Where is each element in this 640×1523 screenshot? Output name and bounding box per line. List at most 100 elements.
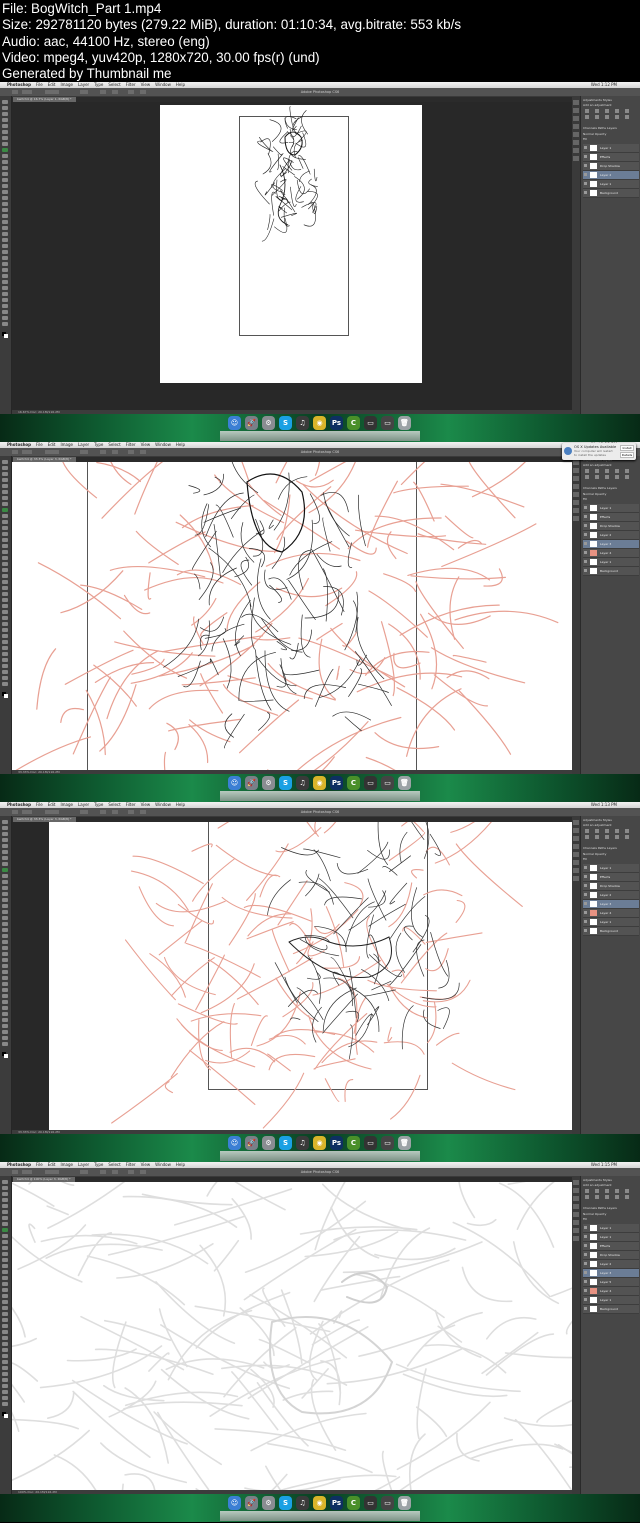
menu-item-filter[interactable]: Filter	[126, 82, 136, 87]
adjustment-icon[interactable]	[615, 475, 619, 479]
chrome-icon[interactable]: ◉	[313, 416, 326, 430]
adjustment-icon[interactable]	[595, 1195, 599, 1199]
tool-icon[interactable]	[2, 172, 8, 176]
option-control[interactable]	[80, 90, 88, 94]
tab-layers[interactable]: Channels Paths Layers	[583, 486, 617, 490]
tool-icon[interactable]	[2, 1024, 8, 1028]
menu-item-layer[interactable]: Layer	[78, 442, 89, 447]
camtasia-icon[interactable]: C	[347, 1136, 360, 1150]
tool-icon[interactable]	[2, 1036, 8, 1040]
option-control[interactable]	[140, 810, 146, 814]
details-button[interactable]: Details	[620, 452, 634, 458]
tool-icon[interactable]	[2, 1288, 8, 1292]
tool-icon[interactable]	[2, 508, 8, 512]
adjustment-icon[interactable]	[585, 829, 589, 833]
adjustment-icon[interactable]	[625, 109, 629, 113]
option-control[interactable]	[22, 810, 32, 814]
tool-icon[interactable]	[2, 1282, 8, 1286]
tool-icon[interactable]	[2, 316, 8, 320]
tool-icon[interactable]	[2, 844, 8, 848]
panel-toggle-icon[interactable]	[573, 132, 579, 137]
photoshop-icon[interactable]: Ps	[330, 416, 343, 430]
tool-icon[interactable]	[2, 586, 8, 590]
tool-icon[interactable]	[2, 904, 8, 908]
trash-icon[interactable]: 🗑	[398, 1136, 411, 1150]
panel-toggle-icon[interactable]	[573, 1236, 579, 1241]
chrome-icon[interactable]: ◉	[313, 1136, 326, 1150]
tool-icon[interactable]	[2, 952, 8, 956]
tool-icon[interactable]	[2, 850, 8, 854]
tool-icon[interactable]	[2, 1300, 8, 1304]
menu-item-window[interactable]: Window	[155, 82, 171, 87]
layer-row[interactable]: Layer 3	[583, 900, 639, 909]
blend-mode-select[interactable]: Normal Opacity	[583, 852, 606, 856]
tool-icon[interactable]	[2, 874, 8, 878]
option-control[interactable]	[140, 1170, 146, 1174]
panel-toggle-icon[interactable]	[573, 516, 579, 521]
camtasia-icon[interactable]: C	[347, 1496, 360, 1510]
option-control[interactable]	[12, 810, 18, 814]
menu-item-view[interactable]: View	[141, 82, 151, 87]
visibility-eye-icon[interactable]	[584, 1307, 587, 1310]
tool-icon[interactable]	[2, 472, 8, 476]
adjustment-icon[interactable]	[585, 835, 589, 839]
visibility-eye-icon[interactable]	[584, 1262, 587, 1265]
document-canvas[interactable]	[12, 462, 572, 770]
fill-control[interactable]: Fill	[583, 497, 587, 501]
layer-row[interactable]: Layer 2	[583, 531, 639, 540]
menu-item-file[interactable]: File	[36, 82, 43, 87]
tool-icon[interactable]	[2, 232, 8, 236]
visibility-eye-icon[interactable]	[584, 551, 587, 554]
tool-icon[interactable]	[2, 1246, 8, 1250]
tool-icon[interactable]	[2, 118, 8, 122]
tool-icon[interactable]	[2, 958, 8, 962]
photoshop-icon[interactable]: Ps	[330, 776, 343, 790]
adjustment-icon[interactable]	[615, 115, 619, 119]
adjustment-icon[interactable]	[615, 109, 619, 113]
tool-icon[interactable]	[2, 562, 8, 566]
tool-icon[interactable]	[2, 622, 8, 626]
adjustment-icon[interactable]	[615, 835, 619, 839]
visibility-eye-icon[interactable]	[584, 929, 587, 932]
tab-layers[interactable]: Channels Paths Layers	[583, 846, 617, 850]
layer-row[interactable]: Layer 1	[583, 504, 639, 513]
tool-icon[interactable]	[2, 1192, 8, 1196]
tool-icon[interactable]	[2, 502, 8, 506]
adjustment-icon[interactable]	[585, 475, 589, 479]
layer-row[interactable]: Layer 4	[583, 549, 639, 558]
tool-icon[interactable]	[2, 1216, 8, 1220]
menu-item-photoshop[interactable]: Photoshop	[7, 802, 31, 807]
tool-icon[interactable]	[2, 1396, 8, 1400]
menu-item-image[interactable]: Image	[60, 802, 73, 807]
tool-icon[interactable]	[2, 976, 8, 980]
tool-icon[interactable]	[2, 166, 8, 170]
tool-icon[interactable]	[2, 592, 8, 596]
tool-icon[interactable]	[2, 982, 8, 986]
panel-toggle-icon[interactable]	[573, 148, 579, 153]
tab-adjustments[interactable]: Adjustments Styles	[583, 1178, 612, 1182]
option-control[interactable]	[12, 90, 18, 94]
background-color-swatch[interactable]	[4, 334, 8, 338]
adjustment-icon[interactable]	[615, 1189, 619, 1193]
tool-icon[interactable]	[2, 898, 8, 902]
tool-icon[interactable]	[2, 1360, 8, 1364]
option-control[interactable]	[12, 450, 18, 454]
panel-toggle-icon[interactable]	[573, 828, 579, 833]
adjustment-icon[interactable]	[625, 475, 629, 479]
tool-icon[interactable]	[2, 1312, 8, 1316]
tool-icon[interactable]	[2, 1318, 8, 1322]
panel-toggle-icon[interactable]	[573, 836, 579, 841]
menu-item-window[interactable]: Window	[155, 442, 171, 447]
adjustment-icon[interactable]	[625, 469, 629, 473]
layer-row[interactable]: Effects	[583, 153, 639, 162]
panel-toggle-icon[interactable]	[573, 1196, 579, 1201]
adjustment-icon[interactable]	[585, 109, 589, 113]
tool-icon[interactable]	[2, 1240, 8, 1244]
background-color-swatch[interactable]	[4, 1414, 8, 1418]
tool-icon[interactable]	[2, 1342, 8, 1346]
panel-toggle-icon[interactable]	[573, 860, 579, 865]
tool-icon[interactable]	[2, 112, 8, 116]
tool-icon[interactable]	[2, 994, 8, 998]
tool-icon[interactable]	[2, 256, 8, 260]
tool-icon[interactable]	[2, 964, 8, 968]
